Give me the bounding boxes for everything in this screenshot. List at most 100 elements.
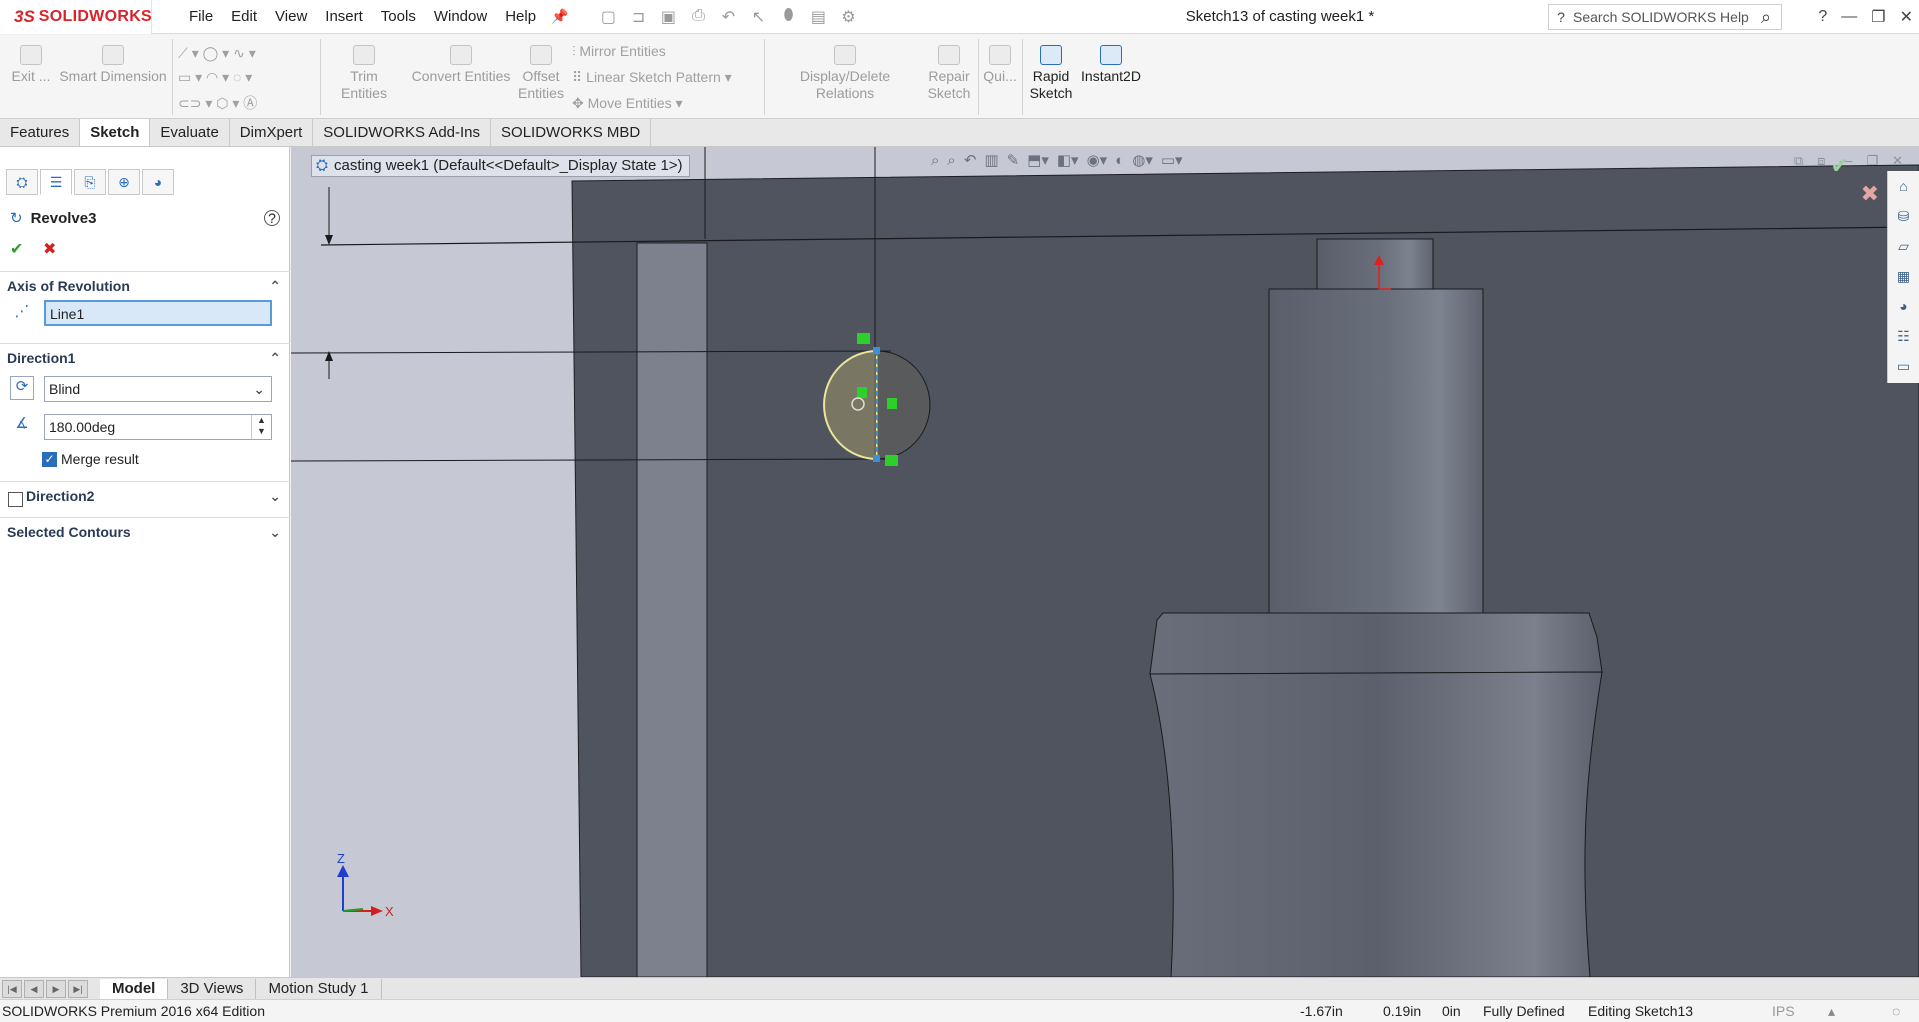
graphics-area[interactable]: Z X ⛭ casting week1 (Default<<Default>_D… (291, 147, 1919, 977)
select-icon[interactable]: ↖ (746, 7, 770, 27)
split-view-icon[interactable]: ⧈ (1817, 153, 1825, 169)
next-tab-icon[interactable]: ▶ (46, 979, 66, 998)
linear-pattern-button[interactable]: ⠿ Linear Sketch Pattern ▾ (572, 69, 732, 86)
move-entities-button[interactable]: ✥ Move Entities ▾ (572, 95, 683, 112)
reverse-direction-icon[interactable]: ⟳ (10, 376, 34, 400)
menu-view[interactable]: View (266, 8, 316, 25)
rebuild-icon[interactable]: ⬮ (776, 7, 800, 27)
model-viewport[interactable]: Z X (291, 147, 1919, 977)
configuration-manager-icon[interactable]: ⎘ (74, 169, 106, 195)
undo-icon[interactable]: ↶ (716, 7, 740, 27)
prev-tab-icon[interactable]: ◀ (24, 979, 44, 998)
split-view-icon[interactable]: ⧉ (1794, 153, 1803, 169)
tab-addins[interactable]: SOLIDWORKS Add-Ins (313, 119, 492, 146)
rectangle-tool-icon[interactable]: ▭ ▾ ◠ ▾ ◌ ▾ (178, 69, 252, 86)
tab-motion-study[interactable]: Motion Study 1 (256, 978, 382, 999)
new-document-icon[interactable]: ▢ (596, 7, 620, 27)
axis-selection-field[interactable]: Line1 (44, 300, 272, 326)
merge-result-checkbox[interactable]: ✓ (42, 452, 57, 467)
close-icon[interactable]: ✕ (1892, 153, 1903, 169)
view-settings-icon[interactable]: ▭▾ (1161, 151, 1183, 169)
solidworks-logo[interactable]: 3S SOLIDWORKS (0, 0, 152, 34)
restore-icon[interactable]: ❐ (1866, 153, 1878, 169)
first-tab-icon[interactable]: |◀ (2, 979, 22, 998)
rapid-sketch-button[interactable]: Rapid Sketch (1026, 45, 1076, 102)
tab-model[interactable]: Model (100, 978, 169, 999)
last-tab-icon[interactable]: ▶| (68, 979, 88, 998)
dimxpert-manager-icon[interactable]: ⊕ (108, 169, 140, 195)
tab-features[interactable]: Features (0, 119, 81, 146)
collapse-chevron-icon[interactable]: ⌃ (269, 278, 281, 295)
appearances-icon[interactable]: ◕ (1888, 291, 1919, 321)
section-view-icon[interactable]: ▥ (984, 151, 998, 169)
view-palette-icon[interactable]: ▦ (1888, 261, 1919, 291)
pin-icon[interactable]: 📌 (551, 8, 568, 25)
feature-breadcrumb[interactable]: ⛭ casting week1 (Default<<Default>_Displ… (311, 155, 690, 177)
help-menu-icon[interactable]: ? (1818, 8, 1827, 26)
search-input[interactable]: Search SOLIDWORKS Help (1573, 9, 1749, 25)
zoom-to-area-icon[interactable]: ⌕ (947, 152, 955, 169)
custom-properties-icon[interactable]: ☷ (1888, 321, 1919, 351)
restore-icon[interactable]: ❐ (1871, 7, 1885, 27)
menu-insert[interactable]: Insert (316, 8, 372, 25)
print-icon[interactable]: ⎙ (686, 7, 710, 27)
group-header[interactable]: Direction1 ⌃ (0, 344, 290, 372)
menu-file[interactable]: File (180, 8, 222, 25)
confirmation-ok-icon[interactable]: ✔ (1831, 153, 1849, 179)
minimize-icon[interactable]: — (1841, 8, 1857, 26)
options-gear-icon[interactable]: ⚙ (836, 7, 860, 27)
ok-checkmark-icon[interactable]: ✔ (10, 239, 23, 259)
line-tool-icon[interactable]: ⟋ ▾ ◯ ▾ ∿ ▾ (178, 45, 256, 62)
angle-spinner[interactable]: ▲ ▼ (251, 415, 271, 439)
menu-edit[interactable]: Edit (222, 8, 266, 25)
home-icon[interactable]: ⌂ (1888, 171, 1919, 201)
design-library-icon[interactable]: ⛁ (1888, 201, 1919, 231)
quick-snaps-button[interactable]: Qui... (982, 45, 1018, 85)
close-icon[interactable]: ✕ (1900, 7, 1913, 27)
previous-view-icon[interactable]: ↶ (964, 151, 977, 169)
open-icon[interactable]: ⊐ (626, 7, 650, 27)
dynamic-annotation-icon[interactable]: ✎ (1007, 151, 1020, 169)
end-condition-select[interactable]: Blind ⌄ (44, 376, 272, 402)
tab-sketch[interactable]: Sketch (80, 119, 151, 146)
edit-appearance-icon[interactable]: ◐ (1115, 152, 1124, 169)
convert-entities-button[interactable]: Convert Entities (410, 45, 512, 85)
group-header[interactable]: Direction2 ⌄ (0, 482, 290, 510)
forum-icon[interactable]: ▭ (1888, 351, 1919, 381)
repair-sketch-button[interactable]: Repair Sketch (926, 45, 972, 102)
tab-evaluate[interactable]: Evaluate (150, 119, 230, 146)
feature-manager-icon[interactable]: ⛭ (6, 169, 38, 195)
group-header[interactable]: Axis of Revolution ⌃ (0, 272, 290, 300)
apply-scene-icon[interactable]: ◍▾ (1132, 151, 1153, 169)
hide-show-items-icon[interactable]: ◉▾ (1087, 151, 1108, 169)
group-header[interactable]: Selected Contours ⌄ (0, 518, 290, 546)
slot-tool-icon[interactable]: ⊂⊃ ▾ ⬡ ▾ Ⓐ (178, 93, 257, 113)
instant2d-button[interactable]: Instant2D (1078, 45, 1144, 85)
direction2-checkbox[interactable] (8, 492, 23, 507)
units-selector[interactable]: IPS (1772, 1000, 1795, 1022)
collapse-chevron-icon[interactable]: ⌃ (269, 350, 281, 367)
tab-dimxpert[interactable]: DimXpert (230, 119, 314, 146)
display-style-icon[interactable]: ◧▾ (1057, 151, 1079, 169)
offset-entities-button[interactable]: Offset Entities (516, 45, 566, 102)
confirmation-cancel-icon[interactable]: ✖ (1861, 181, 1879, 207)
menu-window[interactable]: Window (425, 8, 496, 25)
expand-chevron-icon[interactable]: ⌄ (269, 488, 281, 505)
expand-chevron-icon[interactable]: ⌄ (269, 524, 281, 541)
display-manager-icon[interactable]: ◕ (142, 169, 174, 195)
property-manager-icon[interactable]: ☰ (40, 169, 72, 195)
view-orientation-icon[interactable]: ⬒▾ (1027, 151, 1049, 169)
help-icon[interactable]: ? (264, 210, 280, 226)
search-box[interactable]: ? Search SOLIDWORKS Help ⌕ (1548, 4, 1782, 30)
search-icon[interactable]: ⌕ (1751, 7, 1781, 28)
tab-3d-views[interactable]: 3D Views (168, 978, 257, 999)
display-delete-relations-button[interactable]: Display/Delete Relations (770, 45, 920, 102)
smart-dimension-button[interactable]: Smart Dimension (58, 45, 168, 85)
file-explorer-icon[interactable]: ▱ (1888, 231, 1919, 261)
cancel-x-icon[interactable]: ✖ (43, 239, 56, 259)
zoom-to-fit-icon[interactable]: ⌕ (931, 152, 939, 169)
units-dropdown-icon[interactable]: ▴ (1828, 1000, 1835, 1022)
chat-icon[interactable]: ◌ (1892, 1000, 1900, 1022)
angle-input[interactable]: 180.00deg ▲ ▼ (44, 414, 272, 440)
tab-mbd[interactable]: SOLIDWORKS MBD (491, 119, 652, 146)
